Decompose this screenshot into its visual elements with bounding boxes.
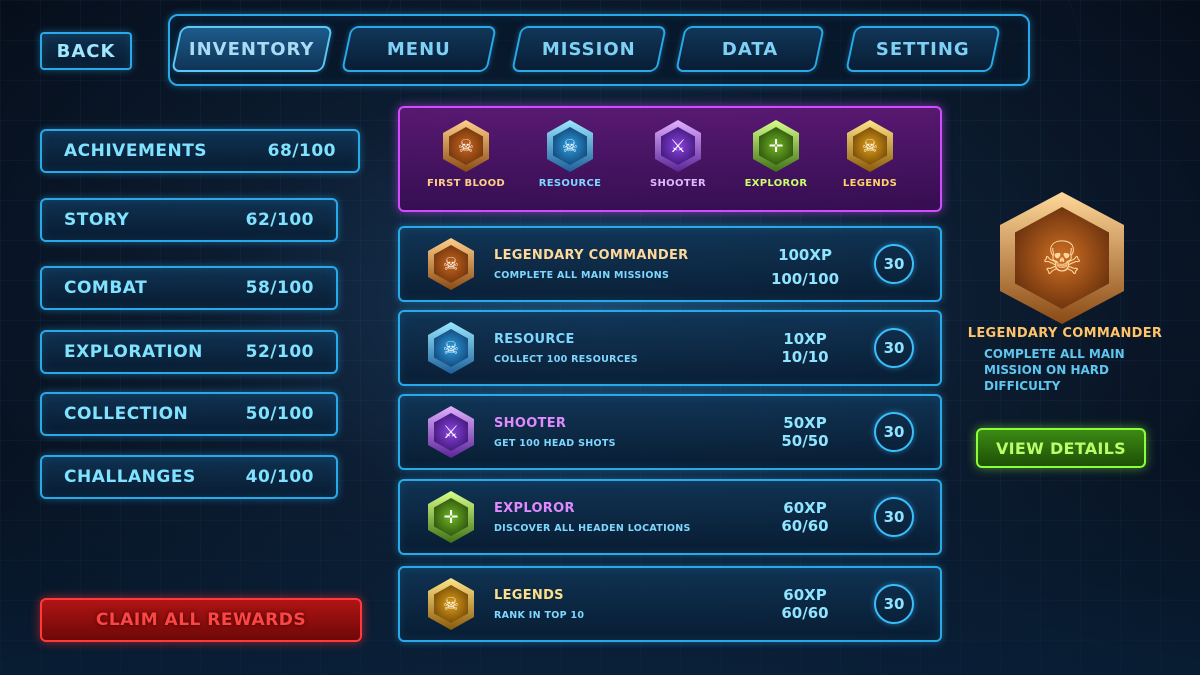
back-button[interactable]: BACK — [40, 32, 132, 70]
achievement-title: EXPLOROR — [494, 501, 575, 516]
achievement-xp: 50XP — [783, 414, 827, 432]
reward-circle[interactable]: 30 — [874, 584, 914, 624]
achievement-desc: COMPLETE ALL MAIN MISSIONS — [494, 270, 670, 281]
achievement-title: LEGENDARY COMMANDER — [494, 248, 689, 263]
category-label: COLLECTION — [64, 404, 189, 424]
achievement-progress: 100/100 — [770, 270, 840, 288]
achievement-desc: GET 100 HEAD SHOTS — [494, 438, 616, 449]
category-exploration[interactable]: EXPLORATION 52/100 — [40, 330, 338, 374]
category-story[interactable]: STORY 62/100 — [40, 198, 338, 242]
achievement-row-legendary-commander[interactable]: ☠ LEGENDARY COMMANDER COMPLETE ALL MAIN … — [398, 226, 942, 302]
achievement-xp: 60XP — [783, 586, 827, 604]
badge-label: FIRST BLOOD — [427, 178, 505, 189]
crosshair-icon: ✛ — [753, 120, 799, 172]
category-combat[interactable]: COMBAT 58/100 — [40, 266, 338, 310]
tab-data-label: DATA — [721, 38, 779, 60]
badge-label: EXPLOROR — [744, 178, 808, 189]
blue-skull-icon: ☠ — [428, 322, 474, 374]
reward-circle[interactable]: 30 — [874, 497, 914, 537]
achievement-row-resource[interactable]: ☠ RESOURCE COLLECT 100 RESOURCES 10XP 10… — [398, 310, 942, 386]
achievement-progress: 10/10 — [781, 348, 829, 366]
crossed-swords-icon: ⚔ — [655, 120, 701, 172]
badge-exploror[interactable]: ✛ EXPLOROR — [728, 120, 824, 189]
category-progress: 58/100 — [245, 278, 314, 298]
detail-description: COMPLETE ALL MAIN MISSION ON HARD DIFFIC… — [984, 347, 1125, 393]
category-label: COMBAT — [64, 278, 148, 298]
trophy-skull-icon: ☠ — [428, 238, 474, 290]
achievement-desc: COLLECT 100 RESOURCES — [494, 354, 638, 365]
category-label: CHALLANGES — [64, 467, 196, 487]
tab-mission[interactable]: MISSION — [511, 26, 667, 72]
reward-circle[interactable]: 30 — [874, 412, 914, 452]
badge-resource[interactable]: ☠ RESOURCE — [522, 120, 618, 189]
achievement-row-exploror[interactable]: ✛ EXPLOROR DISCOVER ALL HEADEN LOCATIONS… — [398, 479, 942, 555]
achievement-desc: DISCOVER ALL HEADEN LOCATIONS — [494, 523, 691, 534]
reward-circle[interactable]: 30 — [874, 244, 914, 284]
achievement-xp: 10XP — [783, 330, 827, 348]
achievement-desc: RANK IN TOP 10 — [494, 610, 585, 621]
category-label: EXPLORATION — [64, 342, 203, 362]
category-label: ACHIVEMENTS — [64, 141, 208, 161]
category-progress: 52/100 — [245, 342, 314, 362]
achievement-progress: 60/60 — [781, 517, 829, 535]
badge-first-blood[interactable]: ☠ FIRST BLOOD — [418, 120, 514, 189]
category-collection[interactable]: COLLECTION 50/100 — [40, 392, 338, 436]
crosshair-icon: ✛ — [428, 491, 474, 543]
gold-skull-icon: ☠ — [847, 120, 893, 172]
tab-menu-label: MENU — [387, 38, 451, 60]
crossed-swords-icon: ⚔ — [428, 406, 474, 458]
badge-label: LEGENDS — [842, 178, 898, 189]
trophy-skull-icon: ☠ — [443, 120, 489, 172]
detail-title: LEGENDARY COMMANDER — [967, 326, 1163, 341]
tab-inventory[interactable]: INVENTORY — [171, 26, 333, 72]
category-progress: 40/100 — [245, 467, 314, 487]
achievement-progress: 50/50 — [781, 432, 829, 450]
badge-bar: ☠ FIRST BLOOD ☠ RESOURCE ⚔ SHOOTER ✛ EXP… — [398, 106, 942, 212]
achievement-title: SHOOTER — [494, 416, 567, 431]
claim-all-rewards-button[interactable]: CLAIM ALL REWARDS — [40, 598, 362, 642]
category-achivements[interactable]: ACHIVEMENTS 68/100 — [40, 129, 360, 173]
achievement-xp: 100XP — [778, 246, 832, 264]
achievement-title: LEGENDS — [494, 588, 564, 603]
badge-label: RESOURCE — [538, 178, 602, 189]
category-progress: 62/100 — [245, 210, 314, 230]
gold-skull-icon: ☠ — [428, 578, 474, 630]
trophy-skull-icon: ☠ — [1000, 192, 1124, 324]
badge-label: SHOOTER — [649, 178, 707, 189]
badge-legends[interactable]: ☠ LEGENDS — [822, 120, 918, 189]
category-challanges[interactable]: CHALLANGES 40/100 — [40, 455, 338, 499]
achievement-title: RESOURCE — [494, 332, 575, 347]
achievement-progress: 60/60 — [781, 604, 829, 622]
blue-skull-icon: ☠ — [547, 120, 593, 172]
reward-circle[interactable]: 30 — [874, 328, 914, 368]
badge-shooter[interactable]: ⚔ SHOOTER — [630, 120, 726, 189]
tab-mission-label: MISSION — [542, 38, 636, 60]
achievement-row-legends[interactable]: ☠ LEGENDS RANK IN TOP 10 60XP 60/60 30 — [398, 566, 942, 642]
category-progress: 68/100 — [267, 141, 336, 161]
achievement-xp: 60XP — [783, 499, 827, 517]
view-details-button[interactable]: VIEW DETAILS — [976, 428, 1146, 468]
tab-setting-label: SETTING — [876, 38, 970, 60]
tab-inventory-label: INVENTORY — [189, 38, 315, 60]
tab-data[interactable]: DATA — [675, 26, 825, 72]
tab-setting[interactable]: SETTING — [845, 26, 1001, 72]
tab-menu[interactable]: MENU — [341, 26, 497, 72]
category-label: STORY — [64, 210, 130, 230]
achievement-row-shooter[interactable]: ⚔ SHOOTER GET 100 HEAD SHOTS 50XP 50/50 … — [398, 394, 942, 470]
category-progress: 50/100 — [245, 404, 314, 424]
